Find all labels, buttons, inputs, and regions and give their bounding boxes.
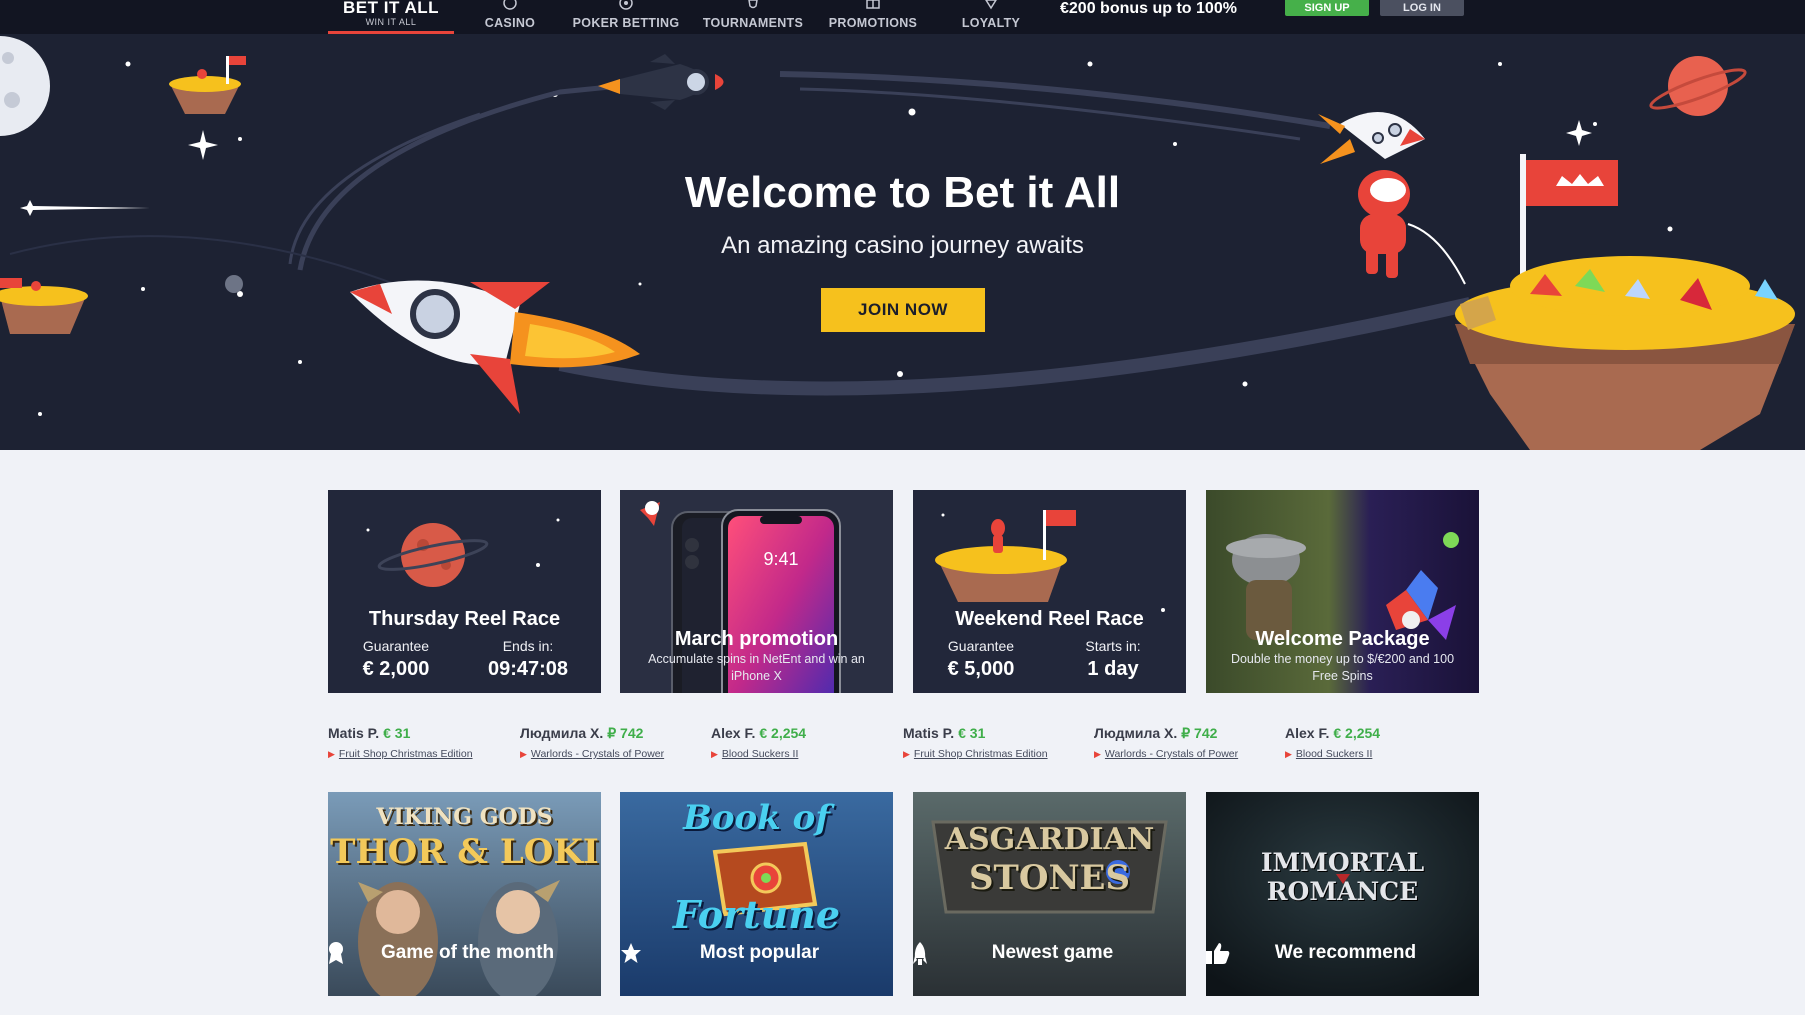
play-arrow-icon: ▶ [1285, 749, 1292, 759]
winner-name: Alex F. [1285, 725, 1330, 741]
recent-winner: Alex F. € 2,254 ▶ Blood Suckers II [711, 725, 891, 760]
game-title-line1: IMMORTAL ROMANCE [1260, 848, 1425, 906]
winner-amount: € 2,254 [1333, 725, 1381, 741]
nav-loyalty[interactable]: LOYALTY [956, 0, 1026, 34]
winner-amount: € 31 [383, 725, 411, 741]
play-arrow-icon: ▶ [1094, 749, 1101, 759]
promo-title: Welcome Package [1255, 628, 1430, 650]
game-category-text: Game of the month [380, 942, 555, 963]
nav-promotions[interactable]: PROMOTIONS [826, 0, 920, 34]
diamond-icon [956, 0, 1026, 14]
game-tile-asgardian-stones[interactable]: ASGARDIAN STONES Newest game [913, 792, 1186, 996]
nav-label: POKER BETTING [572, 16, 680, 30]
winner-name: Людмила Х. [520, 725, 604, 741]
guarantee-label: Guarantee [947, 638, 1015, 654]
starts-in-value: 1 day [1087, 658, 1139, 680]
recent-winner: Людмила Х. ₽ 742 ▶ Warlords - Crystals of … [1094, 725, 1274, 760]
winner-amount: € 2,254 [759, 725, 807, 741]
nav-tournaments[interactable]: TOURNAMENTS [700, 0, 806, 34]
bonus-banner-text: €200 bonus up to 100% [1060, 0, 1237, 17]
game-category-text: We recommend [1274, 942, 1417, 963]
recent-winner: Matis P. € 31 ▶ Fruit Shop Christmas Editi… [903, 725, 1083, 760]
game-category-label: We recommend [1206, 942, 1479, 964]
guarantee-value: € 2,000 [362, 658, 430, 680]
promo-title: Thursday Reel Race [368, 608, 561, 630]
game-category-label: Most popular [620, 942, 893, 964]
winner-game-link[interactable]: Blood Suckers II [722, 748, 798, 760]
game-tile-book-of-fortune[interactable]: Book of Fortune Most popular [620, 792, 893, 996]
recent-winner: Людмила Х. ₽ 742 ▶ Warlords - Crystals of … [520, 725, 700, 760]
hero-title: Welcome to Bet it All [684, 168, 1121, 217]
guarantee-label: Guarantee [362, 638, 430, 654]
guarantee-value: € 5,000 [947, 658, 1015, 680]
page: BET IT ALL WIN IT ALL CASINO POKER BETTI… [0, 0, 1805, 1015]
phone-clock: 9:41 [763, 549, 798, 569]
winner-name: Людмила Х. [1094, 725, 1178, 741]
game-title-line1: ASGARDIAN [944, 822, 1155, 857]
game-title-line1: VIKING GODS [376, 804, 553, 830]
nav-casino[interactable]: CASINO [478, 0, 542, 34]
play-arrow-icon: ▶ [520, 749, 527, 759]
site-logo[interactable]: BET IT ALL WIN IT ALL [328, 0, 454, 34]
winner-name: Alex F. [711, 725, 756, 741]
winner-game-link[interactable]: Blood Suckers II [1296, 748, 1372, 760]
game-category-text: Newest game [991, 942, 1114, 963]
winner-game-link[interactable]: Warlords - Crystals of Power [1105, 748, 1238, 760]
game-category-label: Newest game [913, 942, 1186, 965]
winner-game-link[interactable]: Warlords - Crystals of Power [531, 748, 664, 760]
hero-banner: Welcome to Bet it All An amazing casino … [0, 34, 1805, 450]
winner-amount: € 31 [958, 725, 986, 741]
game-tile-viking-gods[interactable]: VIKING GODS THOR & LOKI Game of the mont… [328, 792, 601, 996]
promo-description: Double the money up to $/€200 and 100 Fr… [1230, 652, 1455, 683]
nav-label: CASINO [484, 16, 536, 30]
hero-subtitle: An amazing casino journey awaits [721, 232, 1084, 259]
trophy-icon [700, 0, 806, 14]
game-title-line2: THOR & LOKI [330, 832, 599, 872]
nav-label: TOURNAMENTS [702, 16, 804, 30]
sign-up-button[interactable]: SIGN UP [1285, 0, 1369, 16]
countdown-timer: 09:47:08 [487, 658, 569, 680]
logo-tagline: WIN IT ALL [365, 17, 417, 27]
play-arrow-icon: ▶ [903, 749, 910, 759]
game-tile-immortal-romance[interactable]: IMMORTAL ROMANCE We recommend [1206, 792, 1479, 996]
winner-amount: ₽ 742 [1181, 725, 1218, 741]
promo-card-thursday-reel-race[interactable]: Thursday Reel Race Guarantee € 2,000 End… [328, 490, 601, 693]
play-arrow-icon: ▶ [711, 749, 718, 759]
promo-card-march-promotion[interactable]: 9:41 March promotion Accumulate spins in… [620, 490, 893, 693]
poker-icon [572, 0, 680, 14]
play-arrow-icon: ▶ [328, 749, 335, 759]
top-navigation: BET IT ALL WIN IT ALL CASINO POKER BETTI… [0, 0, 1805, 34]
nav-label: PROMOTIONS [828, 16, 918, 30]
winner-game-link[interactable]: Fruit Shop Christmas Edition [339, 748, 473, 760]
winner-name: Matis P. [328, 725, 380, 741]
recent-winner: Alex F. € 2,254 ▶ Blood Suckers II [1285, 725, 1465, 760]
nav-poker-betting[interactable]: POKER BETTING [572, 0, 680, 34]
casino-icon [478, 0, 542, 14]
game-category-label: Game of the month [328, 942, 601, 964]
game-title-line2: STONES [968, 858, 1131, 898]
promo-card-welcome-package[interactable]: Welcome Package Double the money up to $… [1206, 490, 1479, 693]
promo-title: Weekend Reel Race [955, 608, 1144, 630]
winner-name: Matis P. [903, 725, 955, 741]
ends-in-label: Ends in: [502, 638, 554, 654]
promo-description: Accumulate spins in NetEnt and win an iP… [648, 652, 865, 683]
game-title-line2: Fortune [672, 892, 841, 937]
starts-in-label: Starts in: [1085, 638, 1141, 654]
promo-card-weekend-reel-race[interactable]: Weekend Reel Race Guarantee € 5,000 Star… [913, 490, 1186, 693]
gift-icon [826, 0, 920, 14]
recent-winner: Matis P. € 31 ▶ Fruit Shop Christmas Editi… [328, 725, 508, 760]
game-category-text: Most popular [699, 942, 820, 963]
join-now-button[interactable]: JOIN NOW [821, 288, 985, 332]
logo-brand: BET IT ALL [343, 0, 439, 17]
nav-label: LOYALTY [961, 16, 1021, 30]
game-title-line1: Book of [683, 798, 830, 838]
log-in-button[interactable]: LOG IN [1380, 0, 1464, 16]
winner-amount: ₽ 742 [607, 725, 644, 741]
winner-game-link[interactable]: Fruit Shop Christmas Edition [914, 748, 1048, 760]
promo-title: March promotion [674, 628, 839, 650]
